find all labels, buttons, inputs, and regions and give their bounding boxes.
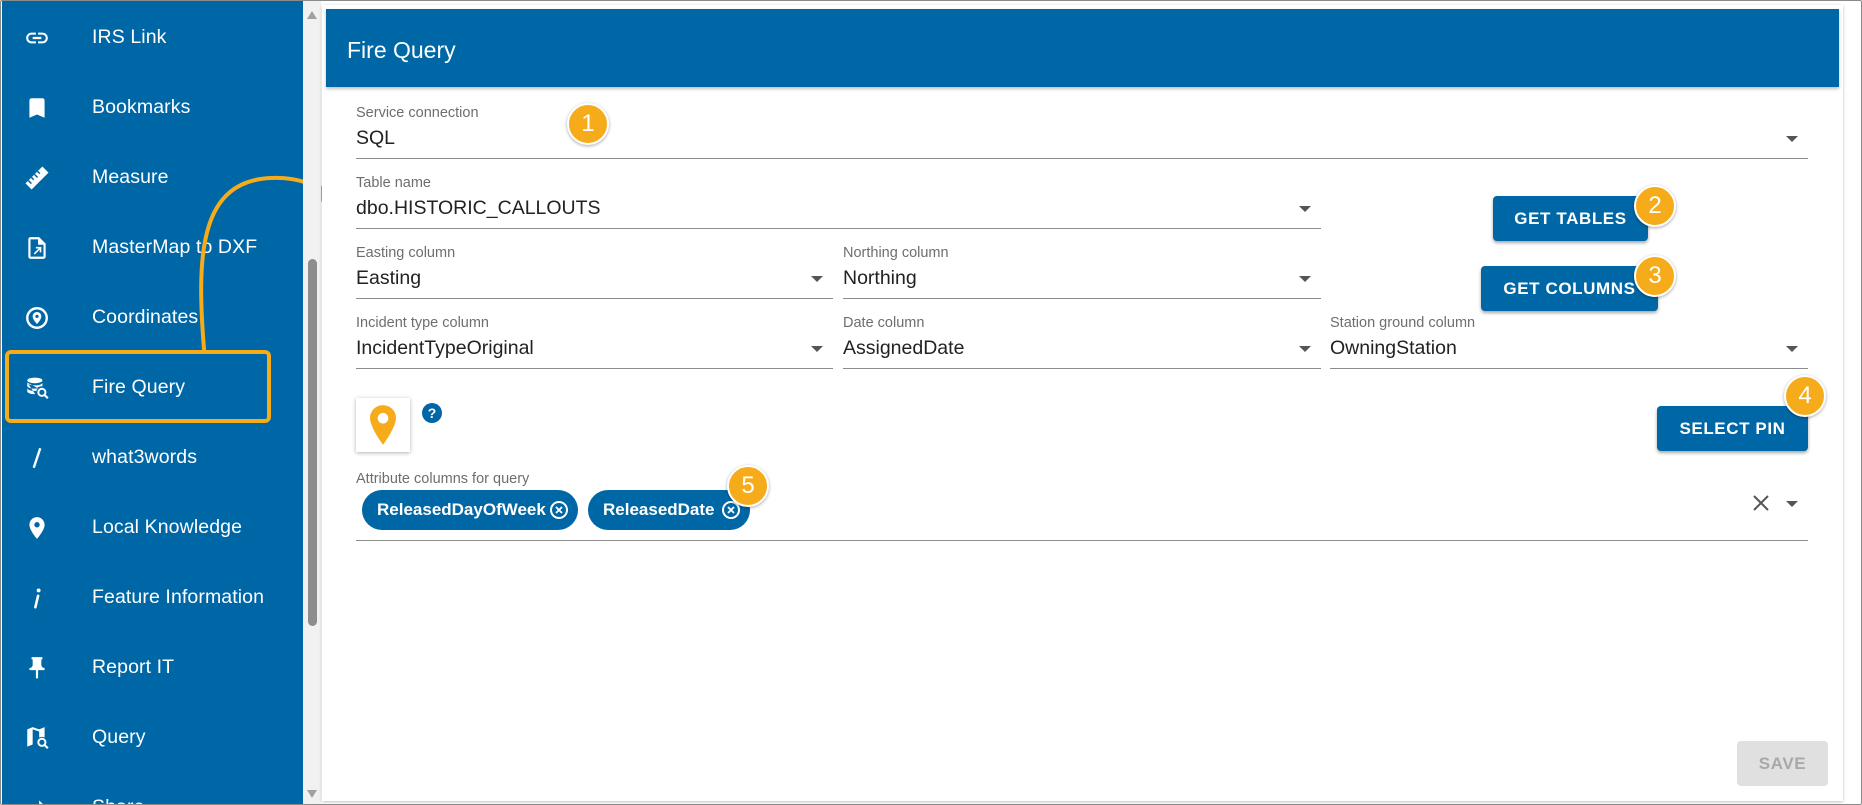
chip-remove-icon[interactable] (550, 501, 568, 519)
help-icon[interactable]: ? (422, 403, 442, 423)
dropdown-arrow-icon[interactable] (1299, 206, 1311, 212)
link-icon (24, 25, 50, 51)
location-target-icon (24, 305, 50, 331)
app-window: IRS Link Bookmarks Measure MasterMap to … (0, 0, 1862, 805)
sidebar-item-query[interactable]: Query (2, 702, 303, 772)
field-underline (1330, 368, 1808, 369)
save-button[interactable]: SAVE (1737, 741, 1828, 786)
northing-column-select[interactable]: Northing column Northing (843, 245, 1321, 299)
sidebar-item-label: Feature Information (92, 585, 265, 608)
map-search-icon (24, 725, 50, 751)
dropdown-arrow-icon[interactable] (1299, 346, 1311, 352)
sidebar-item-share[interactable]: Share (2, 772, 303, 805)
field-underline (356, 298, 833, 299)
sidebar-item-label: Coordinates (92, 305, 199, 328)
scroll-up-arrow-icon[interactable] (307, 11, 317, 19)
slash-icon (24, 445, 50, 471)
sidebar-item-label: Share (92, 796, 145, 805)
sidebar-item-label: Measure (92, 165, 169, 188)
field-underline (843, 298, 1321, 299)
field-underline (843, 368, 1321, 369)
chip-released-day-of-week[interactable]: ReleasedDayOfWeek (362, 490, 578, 530)
field-label: Easting column (356, 245, 456, 261)
date-column-select[interactable]: Date column AssignedDate (843, 315, 1321, 369)
annotation-badge-2: 2 (1634, 185, 1676, 227)
field-label: Date column (843, 315, 925, 331)
sidebar-item-label: IRS Link (92, 25, 167, 48)
field-value: Easting (356, 267, 422, 289)
field-label: Attribute columns for query (356, 471, 530, 487)
field-label: Service connection (356, 105, 479, 121)
page-title: Fire Query (347, 37, 456, 63)
chip-label: ReleasedDayOfWeek (377, 500, 546, 519)
table-name-select[interactable]: Table name dbo.HISTORIC_CALLOUTS (356, 175, 1321, 229)
field-label: Station ground column (1330, 315, 1476, 331)
sidebar-scrollbar[interactable] (303, 1, 321, 804)
sidebar-item-local-knowledge[interactable]: Local Knowledge (2, 492, 303, 562)
get-tables-button[interactable]: GET TABLES (1493, 196, 1648, 241)
export-file-icon (24, 235, 50, 261)
scroll-down-arrow-icon[interactable] (307, 790, 317, 798)
dropdown-arrow-icon[interactable] (1786, 501, 1798, 507)
annotation-badge-1: 1 (567, 103, 609, 145)
field-underline (356, 368, 833, 369)
sidebar-item-label: what3words (92, 445, 198, 468)
annotation-badge-5: 5 (727, 465, 769, 507)
sidebar-item-report-it[interactable]: Report IT (2, 632, 303, 702)
pin-preview[interactable] (356, 398, 410, 452)
fire-query-panel: Fire Query Service connection SQL Table … (322, 5, 1843, 801)
station-ground-column-select[interactable]: Station ground column OwningStation (1330, 315, 1808, 369)
sidebar: IRS Link Bookmarks Measure MasterMap to … (2, 1, 303, 805)
ruler-icon (24, 165, 50, 191)
dropdown-arrow-icon[interactable] (811, 346, 823, 352)
field-value: SQL (356, 127, 396, 149)
easting-column-select[interactable]: Easting column Easting (356, 245, 833, 299)
dropdown-arrow-icon[interactable] (1786, 346, 1798, 352)
field-value: AssignedDate (843, 337, 965, 359)
annotation-badge-3: 3 (1634, 255, 1676, 297)
field-label: Incident type column (356, 315, 489, 331)
sidebar-item-label: Local Knowledge (92, 515, 243, 538)
location-pin-icon (370, 405, 396, 445)
sidebar-item-bookmarks[interactable]: Bookmarks (2, 72, 303, 142)
clear-icon[interactable] (1752, 494, 1770, 512)
chip-released-date[interactable]: ReleasedDate (588, 490, 750, 530)
field-value: IncidentTypeOriginal (356, 337, 534, 359)
map-pin-icon (24, 515, 50, 541)
pushpin-icon (24, 655, 50, 681)
sidebar-item-label: Report IT (92, 655, 175, 678)
annotation-badge-4: 4 (1784, 375, 1826, 417)
chip-label: ReleasedDate (603, 500, 715, 519)
share-icon (24, 795, 50, 804)
scroll-thumb[interactable] (308, 259, 317, 626)
select-pin-button[interactable]: SELECT PIN (1657, 406, 1808, 451)
field-label: Table name (356, 175, 431, 191)
panel-header: Fire Query (326, 9, 1839, 87)
sidebar-item-label: Bookmarks (92, 95, 191, 118)
field-underline (356, 158, 1808, 159)
field-value: Northing (843, 267, 917, 289)
get-columns-button[interactable]: GET COLUMNS (1481, 266, 1658, 311)
sidebar-item-label: Query (92, 725, 146, 748)
dropdown-arrow-icon[interactable] (1786, 136, 1798, 142)
dropdown-arrow-icon[interactable] (1299, 276, 1311, 282)
info-icon (24, 585, 50, 611)
field-value: OwningStation (1330, 337, 1457, 359)
field-label: Northing column (843, 245, 949, 261)
field-underline (356, 228, 1321, 229)
incident-type-column-select[interactable]: Incident type column IncidentTypeOrigina… (356, 315, 833, 369)
sidebar-item-feature-information[interactable]: Feature Information (2, 562, 303, 632)
field-underline (356, 540, 1808, 541)
field-value: dbo.HISTORIC_CALLOUTS (356, 197, 601, 219)
sidebar-item-irs-link[interactable]: IRS Link (2, 2, 303, 72)
bookmark-icon (24, 95, 50, 121)
dropdown-arrow-icon[interactable] (811, 276, 823, 282)
sidebar-item-what3words[interactable]: what3words (2, 422, 303, 492)
